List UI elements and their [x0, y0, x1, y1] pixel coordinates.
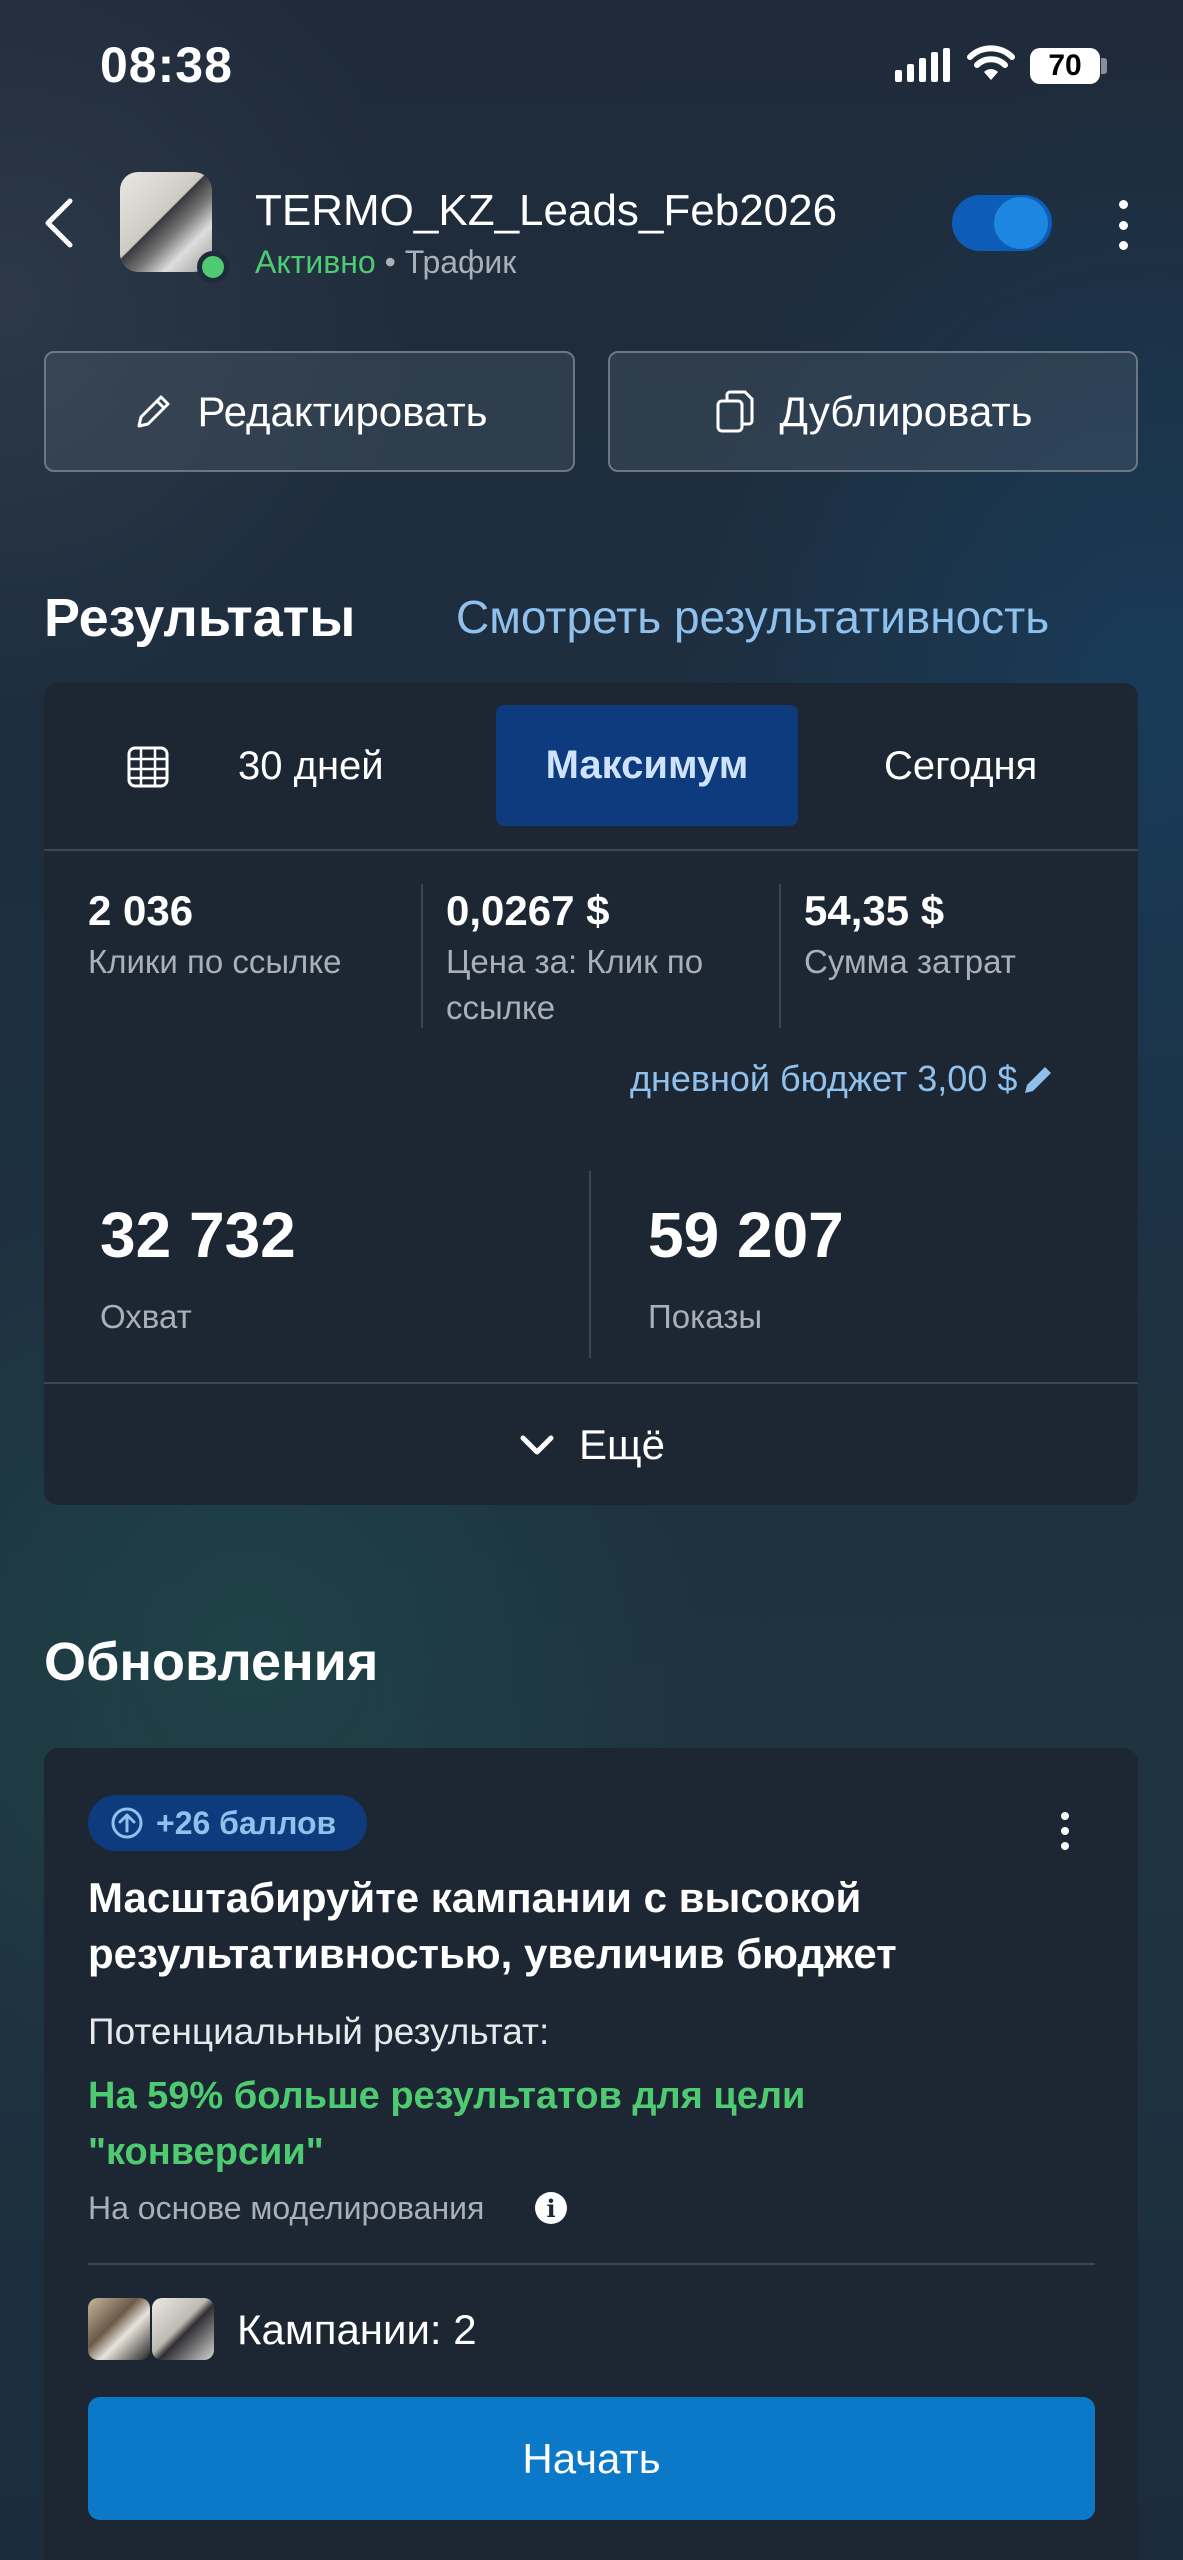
duplicate-label: Дублировать [779, 387, 1033, 435]
tab-maximum[interactable]: Максимум [496, 705, 798, 826]
battery-level: 70 [1048, 49, 1082, 82]
campaign-name: TERMO_KZ_Leads_Feb2026 [255, 186, 838, 235]
potential-label: Потенциальный результат: [88, 2011, 550, 2052]
metric-amount-spent: 54,35 $ Сумма затрат [804, 887, 1114, 985]
battery-icon: 70 [1030, 48, 1100, 84]
view-performance-link[interactable]: Смотреть результативность [456, 590, 1049, 644]
metric-cost-per-click: 0,0267 $ Цена за: Клик по ссылке [446, 887, 746, 1031]
results-title: Результаты [44, 588, 356, 648]
impressions-value: 59 207 [648, 1199, 844, 1271]
score-badge: +26 баллов [88, 1795, 367, 1851]
divider [589, 1171, 591, 1358]
metric-label: Сумма затрат [804, 943, 1016, 980]
reach-value: 32 732 [100, 1199, 296, 1271]
metric-label: Цена за: Клик по ссылке [446, 943, 704, 1026]
status-time: 08:38 [100, 37, 233, 93]
potential-value: На 59% больше результатов для цели "конв… [88, 2075, 806, 2173]
calendar-icon [126, 745, 170, 789]
edit-button[interactable]: Редактировать [44, 351, 575, 472]
campaign-thumb [88, 2298, 150, 2360]
metric-value: 0,0267 $ [446, 887, 610, 934]
campaign-status: Активно [255, 244, 376, 280]
pencil-icon [1025, 1067, 1052, 1093]
more-label: Ещё [579, 1420, 665, 1468]
updates-title: Обновления [44, 1632, 379, 1692]
chevron-left-icon[interactable] [40, 195, 80, 251]
reach-label: Охват [100, 1298, 192, 1335]
status-dot [197, 251, 229, 283]
impressions-label: Показы [648, 1298, 763, 1335]
kebab-icon[interactable] [1113, 200, 1133, 250]
wifi-icon [967, 45, 1015, 80]
battery-tip [1101, 58, 1107, 74]
daily-budget-label: дневной бюджет 3,00 $ [630, 1058, 1018, 1099]
toggle-knob [994, 197, 1048, 249]
copy-icon [716, 390, 754, 432]
campaign-thumbnails [88, 2298, 216, 2362]
divider [44, 849, 1138, 851]
daily-budget-link[interactable]: дневной бюджет 3,00 $ [630, 1058, 1057, 1100]
campaign-thumb [152, 2298, 214, 2360]
separator: • [384, 244, 396, 280]
tab-today[interactable]: Сегодня [884, 744, 1037, 789]
divider [88, 2263, 1095, 2265]
basis-text: На основе моделирования [88, 2190, 485, 2226]
more-button[interactable]: Ещё [44, 1384, 1138, 1505]
signal-icon [895, 48, 950, 82]
campaign-objective: Трафик [404, 244, 517, 280]
update-headline: Масштабируйте кампании с высокой результ… [88, 1874, 897, 1977]
tab-maximum-label: Максимум [545, 743, 749, 787]
divider [421, 884, 423, 1028]
info-icon[interactable]: i [535, 2192, 567, 2224]
metric-label: Клики по ссылке [88, 943, 342, 980]
duplicate-button[interactable]: Дублировать [608, 351, 1138, 472]
campaign-thumbnail [120, 172, 212, 272]
kebab-icon[interactable] [1061, 1812, 1071, 1850]
chevron-down-icon [520, 1435, 554, 1454]
start-label: Начать [522, 2434, 661, 2482]
campaigns-count: Кампании: 2 [237, 2306, 477, 2353]
campaign-subtitle: Активно • Трафик [255, 244, 516, 281]
arrow-up-circle-icon [111, 1807, 143, 1839]
tab-30-days[interactable]: 30 дней [238, 744, 384, 789]
metric-value: 54,35 $ [804, 887, 945, 934]
metric-value: 2 036 [88, 887, 194, 934]
edit-label: Редактировать [197, 387, 488, 435]
metric-link-clicks: 2 036 Клики по ссылке [88, 887, 418, 985]
divider [779, 884, 781, 1028]
start-button[interactable]: Начать [88, 2397, 1095, 2520]
pencil-icon [137, 395, 170, 427]
score-badge-label: +26 баллов [156, 1804, 337, 1841]
